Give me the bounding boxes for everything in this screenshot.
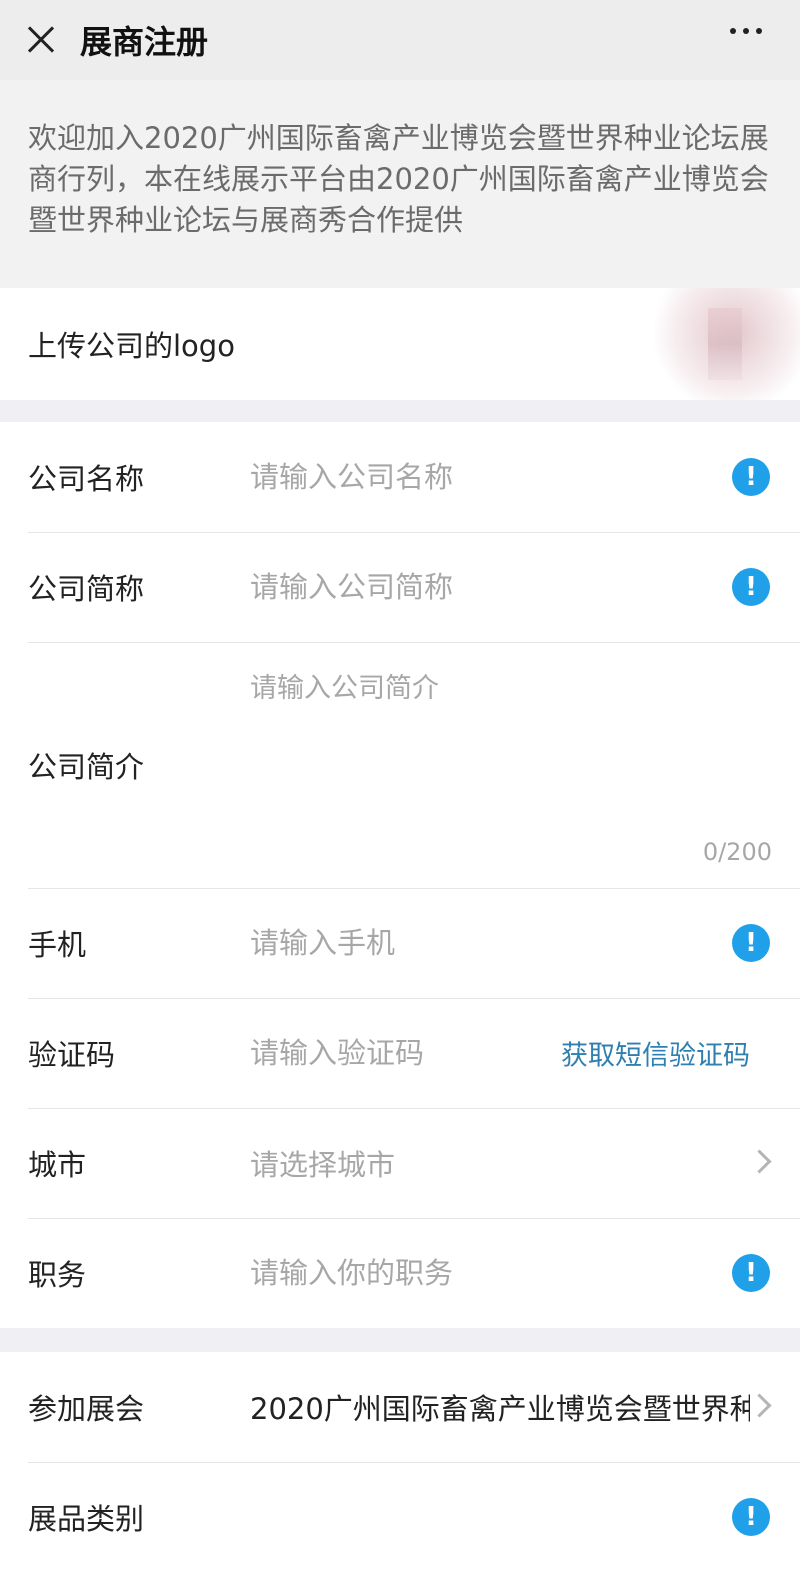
expo-section: 参加展会 2020广州国际畜禽产业博览会暨世界种业论坛 展品类别 ! [0, 1352, 800, 1572]
get-sms-code-button[interactable]: 获取短信验证码 [561, 1034, 750, 1073]
verification-code-input[interactable] [250, 1036, 550, 1070]
upload-logo-row[interactable]: 上传公司的logo [0, 288, 800, 400]
company-intro-row: 公司简介 0/200 [0, 642, 800, 888]
logo-thumbnail[interactable] [650, 288, 800, 400]
info-icon[interactable]: ! [732, 568, 770, 606]
category-row[interactable]: 展品类别 ! [0, 1462, 800, 1572]
info-icon[interactable]: ! [732, 1498, 770, 1536]
company-short-row: 公司简称 ! [0, 532, 800, 642]
phone-input[interactable] [250, 926, 710, 960]
company-short-label: 公司简称 [28, 572, 145, 606]
expo-select[interactable]: 2020广州国际畜禽产业博览会暨世界种业论坛 [250, 1386, 750, 1428]
info-icon[interactable]: ! [732, 458, 770, 496]
expo-row[interactable]: 参加展会 2020广州国际畜禽产业博览会暨世界种业论坛 [0, 1352, 800, 1462]
more-options-icon[interactable] [730, 28, 762, 34]
company-intro-label: 公司简介 [28, 750, 145, 784]
city-select[interactable]: 请选择城市 [250, 1142, 395, 1184]
verification-code-row: 验证码 获取短信验证码 [0, 998, 800, 1108]
chevron-right-icon [747, 1149, 772, 1174]
verification-code-label: 验证码 [28, 1038, 116, 1072]
info-icon[interactable]: ! [732, 1254, 770, 1292]
expo-label: 参加展会 [28, 1392, 145, 1426]
close-icon[interactable] [22, 20, 62, 60]
registration-form: 公司名称 ! 公司简称 ! 公司简介 0/200 手机 ! 验证码 获取短信验证… [0, 422, 800, 1328]
phone-row: 手机 ! [0, 888, 800, 998]
company-name-label: 公司名称 [28, 462, 145, 496]
category-label: 展品类别 [28, 1502, 145, 1536]
city-label: 城市 [28, 1148, 87, 1182]
position-row: 职务 ! [0, 1218, 800, 1328]
company-name-row: 公司名称 ! [0, 422, 800, 532]
top-bar: 展商注册 [0, 0, 800, 80]
info-icon[interactable]: ! [732, 924, 770, 962]
intro-text: 欢迎加入2020广州国际畜禽产业博览会暨世界种业论坛展商行列，本在线展示平台由2… [0, 80, 800, 288]
phone-label: 手机 [28, 928, 87, 962]
chevron-right-icon [747, 1393, 772, 1418]
company-short-input[interactable] [250, 570, 710, 604]
city-row[interactable]: 城市 请选择城市 [0, 1108, 800, 1218]
company-name-input[interactable] [250, 460, 710, 494]
section-divider [0, 1328, 800, 1352]
position-label: 职务 [28, 1258, 87, 1292]
section-divider [0, 400, 800, 422]
page-title: 展商注册 [80, 23, 209, 61]
char-counter: 0/200 [702, 838, 772, 866]
position-input[interactable] [250, 1256, 710, 1290]
company-intro-textarea[interactable] [250, 666, 750, 816]
upload-logo-label: 上传公司的logo [28, 329, 235, 363]
